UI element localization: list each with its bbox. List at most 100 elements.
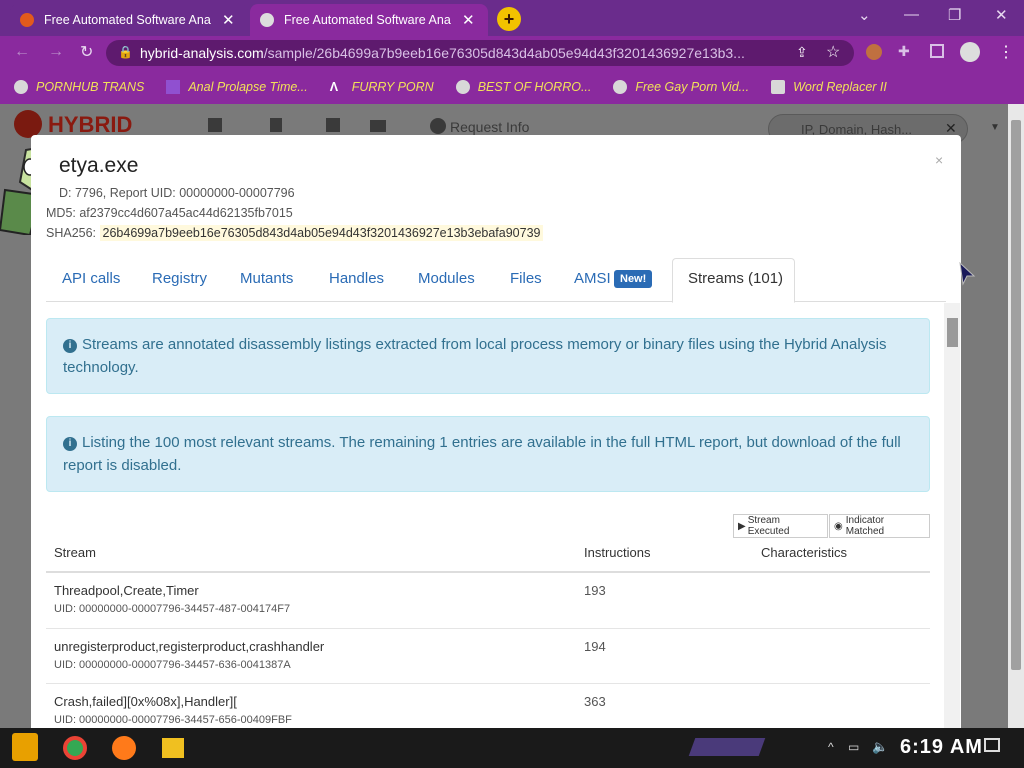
profile-icon[interactable]: [960, 42, 980, 62]
modal-scrollbar[interactable]: [944, 303, 960, 735]
sha256-label: SHA256:: [46, 226, 97, 240]
puzzle-icon[interactable]: ✚: [898, 43, 910, 60]
folder-icon[interactable]: [370, 120, 386, 132]
file-explorer-icon[interactable]: [162, 738, 184, 758]
copy-icon[interactable]: [326, 118, 340, 132]
site-favicon-icon: [260, 13, 274, 27]
tab-title: Free Automated Software Ana: [44, 13, 211, 27]
new-tab-button[interactable]: +: [497, 7, 521, 31]
process-id-line: D: 7796, Report UID: 00000000-00007796: [59, 186, 295, 200]
chrome-icon[interactable]: [63, 736, 87, 760]
address-bar[interactable]: 🔒 hybrid-analysis.com/sample/26b4699a7b9…: [106, 40, 854, 66]
url-path: /sample/26b4699a7b9eeb16e76305d843d4ab05…: [263, 45, 745, 61]
row-divider: [46, 628, 930, 629]
bookmark-label: FURRY PORN: [351, 80, 434, 94]
stream-name[interactable]: unregisterproduct,registerproduct,crashh…: [54, 639, 324, 654]
bookmark-item[interactable]: Λ FURRY PORN: [330, 80, 434, 94]
reload-icon[interactable]: ↻: [80, 42, 93, 62]
close-tab-icon[interactable]: ✕: [222, 11, 235, 29]
tab-mutants[interactable]: Mutants: [240, 270, 293, 287]
fingerprint-icon: ◉: [834, 520, 843, 532]
restore-button[interactable]: ❐: [948, 6, 961, 24]
bookmark-item[interactable]: BEST OF HORRO...: [455, 80, 592, 94]
taskbar-clock[interactable]: 6:19 AM: [900, 736, 983, 759]
legend-label: Stream Executed: [747, 515, 790, 537]
notifications-icon[interactable]: [984, 738, 1000, 752]
firefox-icon[interactable]: [112, 736, 136, 760]
sigma-icon: [166, 80, 181, 94]
bookmark-item[interactable]: Free Gay Porn Vid...: [613, 80, 749, 94]
firefox-icon: [20, 13, 34, 27]
info-alert-listing: i Listing the 100 most relevant streams. …: [46, 416, 930, 492]
stream-executed-legend[interactable]: ▶ Stream Executed: [733, 514, 828, 538]
bookmarks-bar: PORNHUB TRANS Anal Prolapse Time... Λ FUR…: [0, 70, 1024, 104]
volume-icon[interactable]: 🔈: [872, 739, 888, 755]
chevron-up-icon[interactable]: ^: [828, 740, 834, 754]
close-tab-icon[interactable]: ✕: [462, 11, 475, 29]
stream-uid: UID: 00000000-00007796-34457-656-00409FB…: [54, 714, 292, 726]
extension-avatar-icon[interactable]: [866, 44, 882, 60]
caret-down-icon[interactable]: ▼: [990, 122, 1000, 133]
bookmark-label: BEST OF HORRO...: [477, 80, 592, 94]
stream-instructions: 194: [584, 639, 606, 654]
play-icon: ▶: [738, 520, 746, 532]
info-alert-streams: i Streams are annotated disassembly listi…: [46, 318, 930, 394]
tab-handles[interactable]: Handles: [329, 270, 384, 287]
bookmark-label: Free Gay Porn Vid...: [635, 80, 750, 94]
question-icon: [430, 118, 446, 134]
alert-text: Listing the 100 most relevant streams. T…: [63, 434, 901, 474]
column-header-instructions[interactable]: Instructions: [584, 545, 650, 560]
bookmark-item[interactable]: Word Replacer II: [771, 80, 887, 94]
modal-scrollbar-thumb[interactable]: [947, 318, 958, 347]
skull-icon: [613, 80, 628, 94]
info-icon: i: [63, 339, 77, 353]
bookmark-item[interactable]: Anal Prolapse Time...: [166, 80, 308, 94]
bookmark-label: Word Replacer II: [793, 80, 887, 94]
browser-tab-active[interactable]: Free Automated Software Ana ✕: [250, 4, 488, 36]
indicator-matched-legend[interactable]: ◉ Indicator Matched: [829, 514, 930, 538]
star-icon[interactable]: ☆: [826, 42, 840, 62]
start-button[interactable]: [12, 733, 38, 761]
modal-close-button[interactable]: ×: [935, 152, 943, 168]
hybrid-logo-icon: [14, 110, 42, 138]
table-header-divider: [46, 571, 930, 573]
tab-api-calls[interactable]: API calls: [62, 270, 120, 287]
lambda-icon: Λ: [329, 80, 339, 94]
url-host: hybrid-analysis.com: [140, 45, 264, 61]
row-divider: [46, 683, 930, 684]
chevron-down-icon[interactable]: ⌄: [858, 6, 871, 24]
md5-line: MD5: af2379cc4d607a45ac44d62135fb7015: [46, 206, 293, 220]
share-icon[interactable]: ⇪: [796, 44, 808, 61]
network-icon[interactable]: ▭: [848, 740, 859, 754]
tab-files[interactable]: Files: [510, 270, 542, 287]
stream-instructions: 363: [584, 694, 606, 709]
tab-title: Free Automated Software Ana: [284, 13, 451, 27]
column-header-stream[interactable]: Stream: [54, 545, 96, 560]
sha256-value: 26b4699a7b9eeb16e76305d843d4ab05e94d43f3…: [99, 225, 544, 241]
stream-name[interactable]: Crash,failed][0x%08x],Handler][: [54, 694, 237, 709]
stream-instructions: 193: [584, 583, 606, 598]
bookmark-label: PORNHUB TRANS: [36, 80, 145, 94]
minimize-button[interactable]: —: [904, 6, 919, 23]
column-header-characteristics[interactable]: Characteristics: [761, 545, 847, 560]
browser-tab[interactable]: Free Automated Software Ana ✕: [10, 4, 248, 36]
tab-modules[interactable]: Modules: [418, 270, 475, 287]
cube-icon[interactable]: [208, 118, 222, 132]
tab-amsi[interactable]: AMSI: [574, 270, 611, 287]
page-scrollbar-thumb[interactable]: [1011, 120, 1021, 670]
file-upload-icon[interactable]: [270, 118, 282, 132]
bookmark-label: Anal Prolapse Time...: [188, 80, 308, 94]
request-info-menu[interactable]: Request Info: [450, 119, 529, 135]
stream-uid: UID: 00000000-00007796-34457-487-004174F…: [54, 603, 291, 615]
tab-registry[interactable]: Registry: [152, 270, 207, 287]
menu-icon[interactable]: ⋮: [998, 42, 1014, 62]
legend-label: Indicator Matched: [845, 515, 885, 537]
stream-name[interactable]: Threadpool,Create,Timer: [54, 583, 199, 598]
close-window-button[interactable]: ✕: [995, 6, 1008, 24]
back-icon[interactable]: ←: [14, 43, 30, 61]
forward-icon[interactable]: →: [48, 43, 64, 61]
bookmark-item[interactable]: PORNHUB TRANS: [14, 80, 144, 94]
sidepanel-icon[interactable]: [930, 44, 944, 58]
tab-streams[interactable]: Streams (101): [688, 270, 783, 287]
modal-title: etya.exe: [59, 154, 139, 177]
